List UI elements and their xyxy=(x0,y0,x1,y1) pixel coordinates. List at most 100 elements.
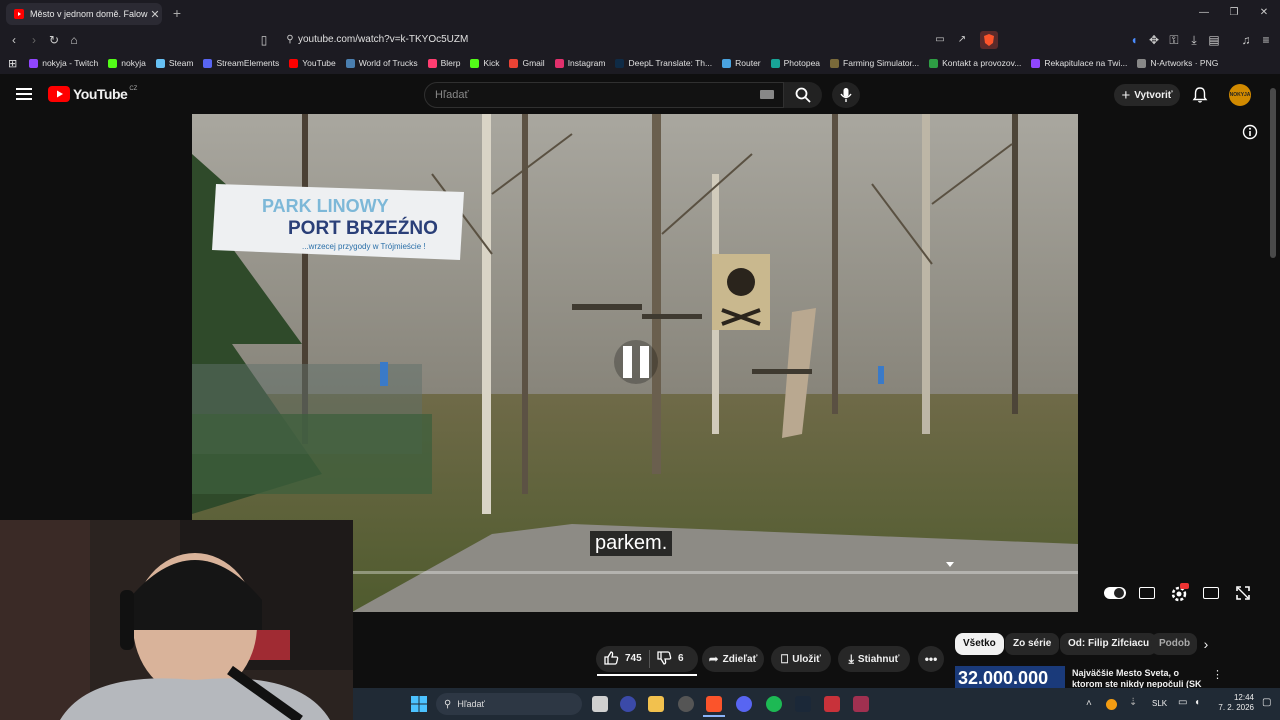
bookmark-item[interactable]: Kick xyxy=(470,58,499,68)
bookmark-item[interactable]: Rekapitulace na Twi... xyxy=(1031,58,1127,68)
tray-overflow-icon[interactable]: ˄ xyxy=(1086,698,1092,709)
bookmark-item[interactable]: Steam xyxy=(155,58,193,68)
tray-usb-icon[interactable]: ⇣ xyxy=(1129,697,1137,708)
bookmark-item[interactable]: nokyja xyxy=(108,58,146,68)
brave-shield-icon[interactable] xyxy=(980,31,998,49)
clock-date: 7. 2. 2026 xyxy=(1218,703,1254,712)
apps-grid-icon[interactable]: ⊞ xyxy=(8,57,17,70)
minimize-icon[interactable]: — xyxy=(1194,6,1214,20)
bookmark-item[interactable]: World of Trucks xyxy=(345,58,418,68)
recommendation-thumbnail[interactable]: 32.000.000 xyxy=(955,666,1065,688)
task-view-icon[interactable] xyxy=(592,696,608,712)
avatar[interactable]: NOKYJA xyxy=(1229,84,1251,106)
save-button[interactable]: ⎕ Uložiť xyxy=(771,646,831,672)
more-actions-icon[interactable]: ••• xyxy=(918,646,944,672)
video-info-icon[interactable] xyxy=(1242,124,1258,140)
dislike-button[interactable]: 6 xyxy=(656,650,684,666)
chip-channel[interactable]: Od: Filip Zifciacu xyxy=(1060,633,1158,655)
volume-icon[interactable]: ◖ xyxy=(1194,697,1200,708)
forward-icon[interactable]: › xyxy=(26,32,42,48)
hamburger-menu-icon[interactable] xyxy=(16,87,32,101)
bookmark-item[interactable]: Gmail xyxy=(509,58,545,68)
bookmark-item[interactable]: Photopea xyxy=(770,58,820,68)
tab-title: Město v jednom domě. Falow xyxy=(30,9,148,19)
spotify-icon[interactable] xyxy=(766,696,782,712)
bookmark-item[interactable]: StreamElements xyxy=(203,58,279,68)
brave-browser-icon[interactable] xyxy=(706,696,722,712)
save-label: Uložiť xyxy=(792,653,821,665)
recommendation-menu-icon[interactable]: ⋮ xyxy=(1212,668,1223,682)
search-button[interactable] xyxy=(784,82,822,108)
share-page-icon[interactable]: ↗ xyxy=(954,32,970,48)
bookmark-item[interactable]: YouTube xyxy=(289,58,336,68)
progress-bar[interactable] xyxy=(353,571,1078,574)
obs-icon[interactable] xyxy=(678,696,694,712)
bookmark-item[interactable]: Instagram xyxy=(554,58,605,68)
discord-icon[interactable] xyxy=(736,696,752,712)
home-icon[interactable]: ⌂ xyxy=(66,32,82,48)
autoplay-toggle[interactable] xyxy=(1104,587,1126,599)
youtube-logo-icon xyxy=(48,86,70,102)
wallet-icon[interactable]: ▤ xyxy=(1206,32,1222,48)
vpn-icon[interactable]: ⚿ xyxy=(1166,32,1182,48)
bookmark-item[interactable]: Router xyxy=(722,58,761,68)
downloads-icon[interactable]: ⤓ xyxy=(1186,32,1202,48)
voice-search-button[interactable] xyxy=(832,82,860,108)
maximize-icon[interactable]: ❐ xyxy=(1224,6,1244,20)
bookmark-favicon-icon xyxy=(1031,58,1041,68)
bookmark-favicon-icon xyxy=(830,58,840,68)
browser-menu-icon[interactable]: ≡ xyxy=(1258,32,1274,48)
bookmark-item[interactable]: Blerp xyxy=(427,58,460,68)
recommendation-title[interactable]: Najväčšie Mesto Sveta, o ktorom ste nikd… xyxy=(1072,668,1202,688)
chips-next-icon[interactable]: › xyxy=(1198,636,1214,652)
fullscreen-icon[interactable] xyxy=(1236,586,1250,600)
back-icon[interactable]: ‹ xyxy=(6,32,22,48)
close-tab-icon[interactable]: ✕ xyxy=(148,8,162,21)
notifications-bell-icon[interactable] xyxy=(1192,87,1208,103)
chip-series[interactable]: Zo série xyxy=(1005,633,1060,655)
app-icon-overlay[interactable] xyxy=(620,696,636,712)
youtube-logo[interactable]: YouTube CZ xyxy=(48,86,137,102)
chip-all[interactable]: Všetko xyxy=(955,633,1004,655)
new-tab-button[interactable]: + xyxy=(170,4,184,22)
app-icon-red[interactable] xyxy=(853,696,869,712)
bookmark-page-icon[interactable]: ▯ xyxy=(256,32,272,48)
bookmark-item[interactable]: DeepL Translate: Th... xyxy=(615,58,712,68)
bookmark-item[interactable]: nokyja - Twitch xyxy=(29,58,98,68)
bookmark-item[interactable]: Kontakt a provozov... xyxy=(929,58,1021,68)
settings-gear-icon[interactable] xyxy=(1170,583,1189,603)
search-input[interactable]: Hľadať xyxy=(424,82,784,108)
like-button[interactable]: 745 xyxy=(603,650,642,666)
pause-indicator[interactable] xyxy=(614,336,658,388)
scrollbar-thumb[interactable] xyxy=(1270,88,1276,258)
browser-tab[interactable]: Město v jednom domě. Falow ✕ xyxy=(6,3,162,25)
address-bar[interactable]: youtube.com/watch?v=k-TKYOc5UZM xyxy=(298,31,998,49)
network-icon[interactable]: ▭ xyxy=(1178,697,1187,708)
screen-cast-icon[interactable]: ▭ xyxy=(932,32,948,48)
clock[interactable]: 12:44 7. 2. 2026 xyxy=(1214,693,1254,713)
keyboard-icon[interactable] xyxy=(760,90,774,99)
create-button[interactable]: + Vytvoriť xyxy=(1114,84,1180,106)
audio-playing-icon[interactable]: ◖ xyxy=(1126,32,1142,48)
steam-icon[interactable] xyxy=(795,696,811,712)
site-info-icon[interactable]: ⚲ xyxy=(282,32,298,48)
subtitles-icon[interactable] xyxy=(1139,587,1155,599)
media-controls-icon[interactable]: ♫ xyxy=(1238,32,1254,48)
extensions-icon[interactable]: ✥ xyxy=(1146,32,1162,48)
theater-mode-icon[interactable] xyxy=(1203,587,1219,599)
voicemeeter-icon[interactable] xyxy=(824,696,840,712)
windows-start-icon[interactable] xyxy=(411,696,427,712)
bookmark-item[interactable]: Farming Simulator... xyxy=(830,58,919,68)
close-window-icon[interactable]: ✕ xyxy=(1254,6,1274,20)
bookmark-favicon-icon xyxy=(345,58,355,68)
chip-similar[interactable]: Podob xyxy=(1151,633,1197,655)
taskbar-search[interactable]: ⚲ Hľadať xyxy=(436,693,582,715)
reload-icon[interactable]: ↻ xyxy=(46,32,62,48)
tray-app-icon[interactable] xyxy=(1106,699,1117,710)
language-indicator[interactable]: SLK xyxy=(1152,699,1167,708)
download-button[interactable]: ⤓ Stiahnuť xyxy=(838,646,910,672)
file-explorer-icon[interactable] xyxy=(648,696,664,712)
bookmark-item[interactable]: N-Artworks · PNG xyxy=(1137,58,1218,68)
notification-center-icon[interactable]: ▢ xyxy=(1262,697,1271,708)
share-button[interactable]: ➦ Zdieľať xyxy=(702,646,764,672)
